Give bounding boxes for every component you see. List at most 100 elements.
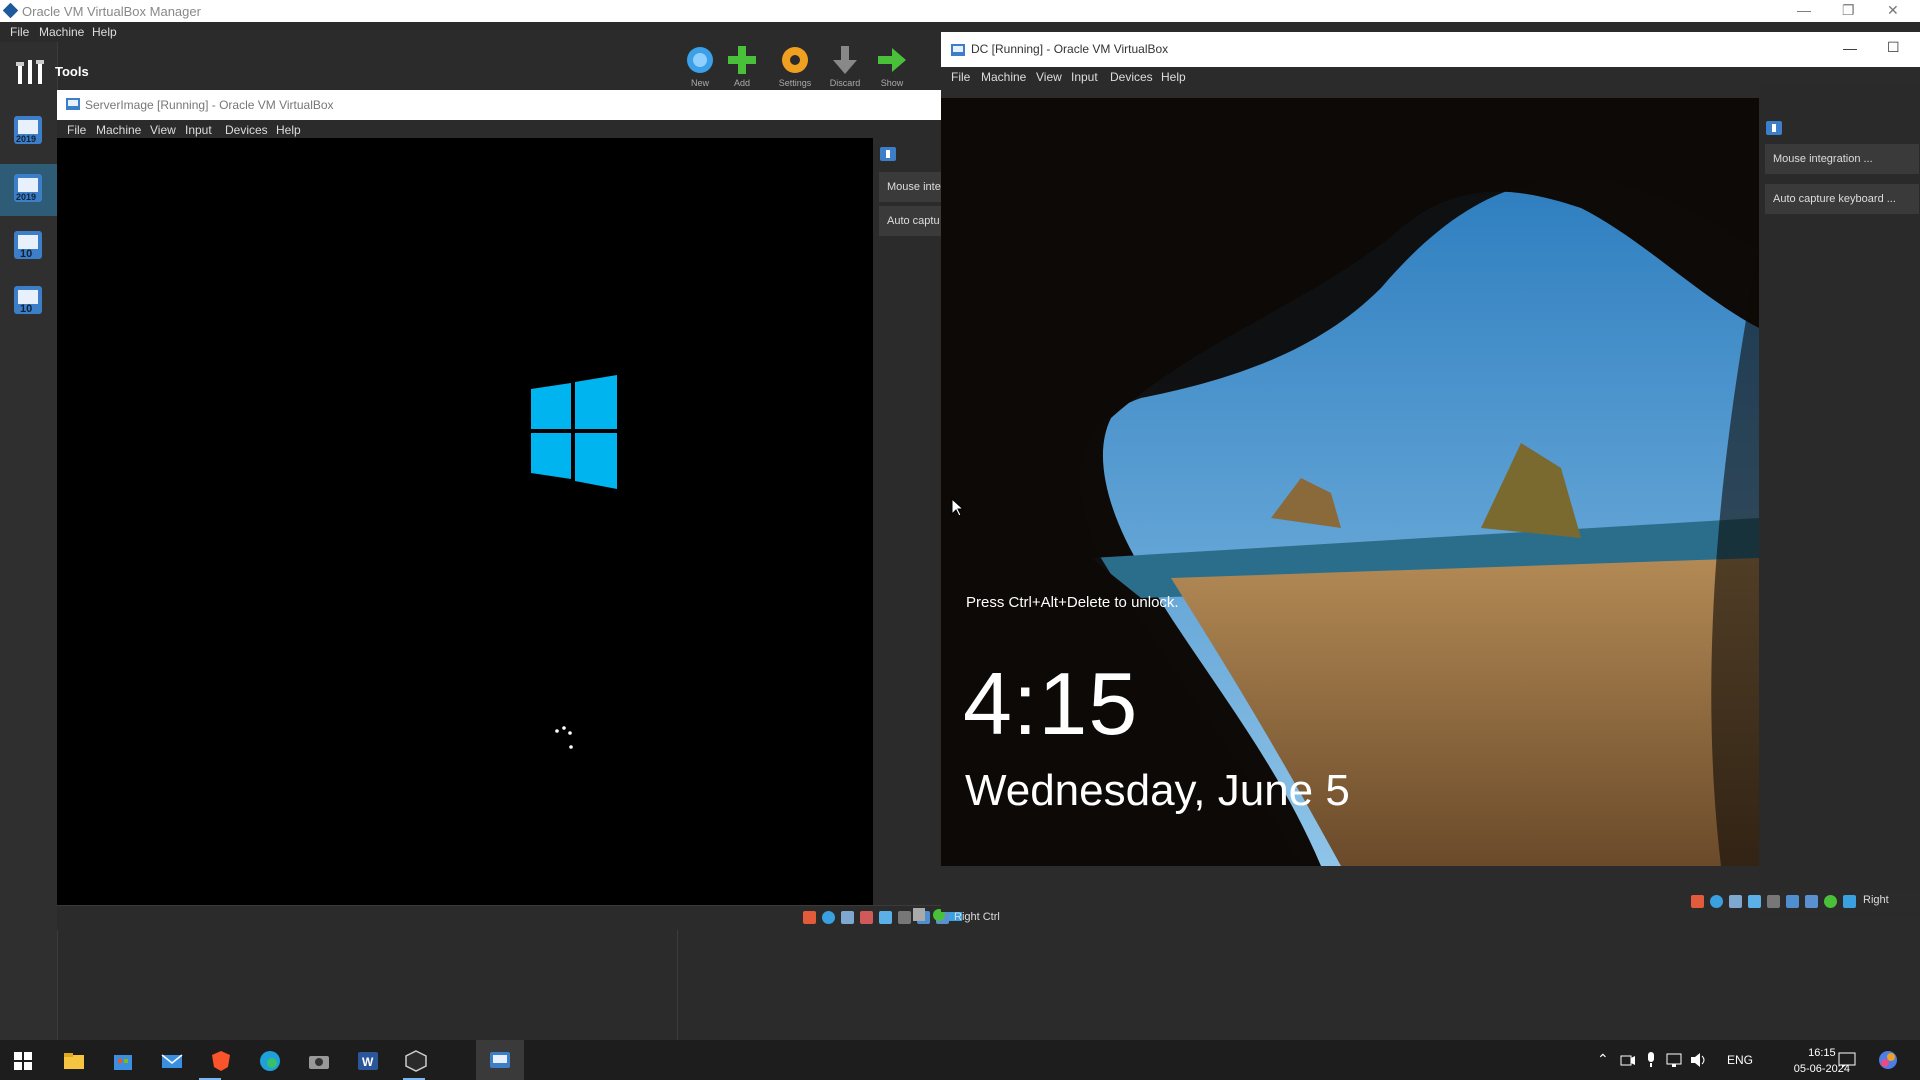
camera-icon[interactable] [308,1050,330,1072]
vm-item-dc2019[interactable]: 2019 [10,170,46,206]
discard-button[interactable]: Discard [825,44,865,88]
brave-browser-icon[interactable] [210,1050,232,1072]
menu-devices[interactable]: Devices [225,123,268,137]
dc-title-bar[interactable]: DC [Running] - Oracle VM VirtualBox — ☐ [941,32,1920,67]
maximize-button[interactable]: ☐ [1887,39,1900,56]
menu-machine[interactable]: Machine [96,123,141,137]
meet-now-icon[interactable] [1620,1052,1636,1068]
serverimage-menu-bar: File Machine View Input Devices Help [57,120,943,138]
menu-view[interactable]: View [150,123,176,137]
copilot-icon[interactable] [1878,1050,1898,1070]
chevron-up-icon[interactable]: ⌃ [1597,1051,1609,1068]
host-key-icon[interactable] [1843,895,1856,908]
minimize-button[interactable]: — [1843,40,1857,56]
language-indicator[interactable]: ENG [1727,1053,1753,1067]
volume-icon[interactable] [1690,1052,1708,1068]
menu-machine[interactable]: Machine [39,25,84,39]
word-icon[interactable]: W [357,1050,379,1072]
start-windows-icon[interactable] [12,1050,34,1072]
lock-time: 4:15 [963,654,1139,753]
vm-taskbar-icon [490,1052,510,1068]
svg-text:W: W [362,1055,374,1069]
settings-button[interactable]: Settings [775,44,815,88]
menu-help[interactable]: Help [1161,70,1186,84]
taskbar-active-app[interactable] [476,1040,524,1080]
microphone-icon[interactable] [1644,1051,1658,1069]
menu-input[interactable]: Input [185,123,212,137]
minimize-button[interactable]: — [1797,2,1811,18]
menu-view[interactable]: View [1036,70,1062,84]
vm-window-icon [951,44,965,56]
arrow-right-icon [878,48,906,72]
audio-icon[interactable] [1729,895,1742,908]
host-key-label: Right [1863,894,1889,906]
menu-input[interactable]: Input [1071,70,1098,84]
audio-icon[interactable] [841,911,854,924]
lock-date: Wednesday, June 5 [965,766,1350,815]
manager-toolbar: New Add Settings Discard Show [680,44,930,94]
tools-label[interactable]: Tools [55,64,89,79]
display-icon[interactable] [1786,895,1799,908]
show-button[interactable]: Show [872,44,912,88]
auto-capture-notice[interactable]: Auto capture keyboard ... [1765,184,1919,214]
dc-vm-display[interactable]: Press Ctrl+Alt+Delete to unlock. 4:15 We… [941,98,1759,866]
network-icon[interactable] [860,911,873,924]
serverimage-status-bar [57,905,949,928]
notification-center-icon[interactable] [1838,1051,1856,1069]
network-icon[interactable] [1748,895,1761,908]
file-explorer-icon[interactable] [63,1050,85,1072]
mail-icon[interactable] [161,1050,183,1072]
usb-icon[interactable] [1767,895,1780,908]
restore-button[interactable]: ❐ [1842,2,1855,19]
discard-label: Discard [829,78,861,88]
hard-disk-icon[interactable] [803,911,816,924]
optical-drive-icon[interactable] [822,911,835,924]
menu-devices[interactable]: Devices [1110,70,1153,84]
notification-icon[interactable] [1765,120,1783,138]
lock-message: Press Ctrl+Alt+Delete to unlock. [966,594,1179,611]
shared-folders-icon[interactable] [1805,895,1818,908]
mouse-integration-notice[interactable]: Mouse integration ... [1765,144,1919,174]
store-icon[interactable] [112,1050,134,1072]
menu-file[interactable]: File [951,70,970,84]
serverimage-vm-display[interactable] [57,138,873,905]
edge-browser-icon[interactable] [259,1050,281,1072]
loading-spinner-icon [555,726,573,749]
manager-title-bar[interactable]: Oracle VM VirtualBox Manager — ❐ ✕ [0,0,1920,22]
host-key-label: Right Ctrl [954,911,1000,923]
menu-machine[interactable]: Machine [981,70,1026,84]
manager-title: Oracle VM VirtualBox Manager [22,4,201,19]
dc-window: DC [Running] - Oracle VM VirtualBox — ☐ … [941,32,1920,917]
dc-title: DC [Running] - Oracle VM VirtualBox [971,42,1169,56]
manager-menu-bar: File Machine Help [0,22,940,42]
add-icon [728,46,756,74]
vm-badge: 2019 [16,134,37,144]
hard-disk-icon[interactable] [1691,895,1704,908]
vm-item-server2019[interactable]: 2019 [10,112,46,148]
menu-file[interactable]: File [67,123,86,137]
virtualbox-taskbar-icon[interactable] [405,1050,427,1072]
menu-help[interactable]: Help [276,123,301,137]
add-button[interactable]: Add [722,44,762,88]
vm-item-win10-a[interactable]: 10 [10,227,46,263]
network-icon[interactable] [1666,1052,1684,1068]
menu-file[interactable]: File [10,25,29,39]
usb-icon[interactable] [879,911,892,924]
shared-folders-icon[interactable] [898,911,911,924]
menu-help[interactable]: Help [92,25,117,39]
new-button[interactable]: New [680,44,720,88]
show-label: Show [880,78,904,88]
arrow-down-icon [833,46,857,74]
dc-status-bar: Right [941,890,1920,912]
serverimage-title: ServerImage [Running] - Oracle VM Virtua… [85,98,334,112]
serverimage-title-bar[interactable]: ServerImage [Running] - Oracle VM Virtua… [57,90,943,120]
optical-drive-icon[interactable] [1710,895,1723,908]
manager-sidebar: 2019 2019 10 10 [0,42,58,1040]
vm-item-win10-b[interactable]: 10 [10,282,46,318]
divider [677,930,678,1040]
notification-icon[interactable] [879,146,897,164]
gear-icon [782,47,808,73]
capture-icon[interactable] [1824,895,1837,908]
close-button[interactable]: ✕ [1887,2,1899,19]
tools-icon[interactable] [16,56,46,86]
